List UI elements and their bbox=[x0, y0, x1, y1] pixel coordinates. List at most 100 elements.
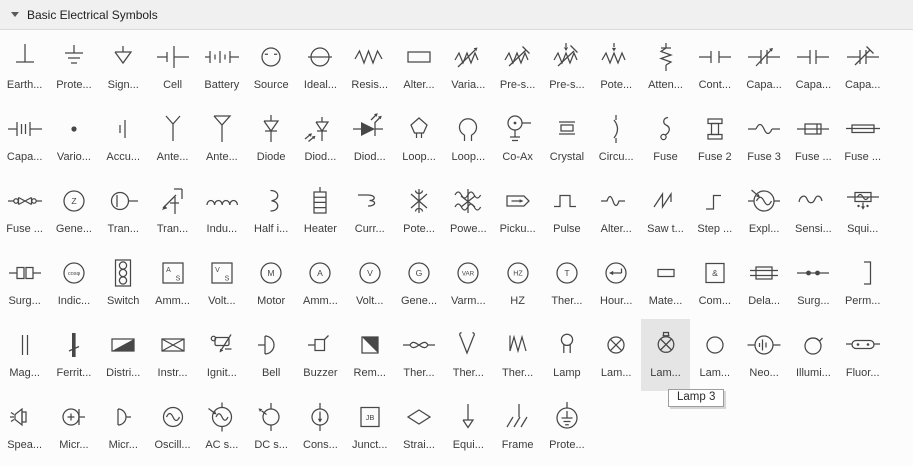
symbol-cell-straight-joint[interactable]: Strai... bbox=[394, 391, 443, 463]
symbol-cell-battery[interactable]: Battery bbox=[197, 31, 246, 103]
symbol-cell-junction-box[interactable]: JB Junct... bbox=[345, 391, 394, 463]
symbol-cell-illuminated[interactable]: Illumi... bbox=[789, 319, 838, 391]
symbol-cell-thermometer[interactable]: T Ther... bbox=[542, 247, 591, 319]
symbol-cell-lamp[interactable]: Lamp bbox=[542, 319, 591, 391]
symbol-cell-attenuator[interactable]: Atten... bbox=[641, 31, 690, 103]
symbol-cell-combiner[interactable]: & Com... bbox=[690, 247, 739, 319]
symbol-cell-varmeter[interactable]: VAR Varm... bbox=[444, 247, 493, 319]
symbol-cell-circuit-breaker[interactable]: Circu... bbox=[592, 103, 641, 175]
symbol-cell-transducer[interactable]: Tran... bbox=[99, 175, 148, 247]
symbol-cell-hour-meter[interactable]: Hour... bbox=[592, 247, 641, 319]
symbol-cell-generator[interactable]: G Gene... bbox=[394, 247, 443, 319]
symbol-cell-contact-capacitor[interactable]: Cont... bbox=[690, 31, 739, 103]
symbol-cell-motor[interactable]: M Motor bbox=[246, 247, 295, 319]
symbol-cell-crystal[interactable]: Crystal bbox=[542, 103, 591, 175]
symbol-cell-explosive[interactable]: Expl... bbox=[739, 175, 788, 247]
symbol-cell-thermocouple[interactable]: Ther... bbox=[444, 319, 493, 391]
symbol-cell-alt-resistor[interactable]: Alter... bbox=[394, 31, 443, 103]
symbol-cell-oscillator[interactable]: Oscill... bbox=[148, 391, 197, 463]
symbol-cell-delay[interactable]: Dela... bbox=[739, 247, 788, 319]
symbol-cell-photodiode[interactable]: Diod... bbox=[296, 103, 345, 175]
symbol-cell-neon-lamp[interactable]: Neo... bbox=[739, 319, 788, 391]
symbol-cell-surge-arrester[interactable]: Surg... bbox=[789, 247, 838, 319]
symbol-cell-resistor[interactable]: Resis... bbox=[345, 31, 394, 103]
symbol-cell-switch[interactable]: Switch bbox=[99, 247, 148, 319]
symbol-cell-loop-antenna[interactable]: Loop... bbox=[394, 103, 443, 175]
symbol-cell-potentiometer[interactable]: Pote... bbox=[592, 31, 641, 103]
symbol-cell-led[interactable]: Diod... bbox=[345, 103, 394, 175]
symbol-cell-alternating-pulse[interactable]: Alter... bbox=[592, 175, 641, 247]
symbol-cell-coax[interactable]: Co-Ax bbox=[493, 103, 542, 175]
category-header[interactable]: Basic Electrical Symbols bbox=[0, 0, 913, 30]
symbol-cell-fuse-4[interactable]: Fuse ... bbox=[789, 103, 838, 175]
symbol-cell-sensing[interactable]: Sensi... bbox=[789, 175, 838, 247]
symbol-cell-fuse-3[interactable]: Fuse 3 bbox=[739, 103, 788, 175]
symbol-cell-inductor[interactable]: Indu... bbox=[197, 175, 246, 247]
symbol-cell-buzzer[interactable]: Buzzer bbox=[296, 319, 345, 391]
symbol-cell-dc-source[interactable]: DC s... bbox=[246, 391, 295, 463]
collapse-triangle-icon[interactable] bbox=[11, 12, 19, 17]
symbol-cell-bell[interactable]: Bell bbox=[246, 319, 295, 391]
symbol-cell-loop-antenna-2[interactable]: Loop... bbox=[444, 103, 493, 175]
symbol-cell-lamp-2[interactable]: Lam... bbox=[592, 319, 641, 391]
symbol-cell-microphone-2[interactable]: Micr... bbox=[99, 391, 148, 463]
symbol-cell-indicator-cos[interactable]: cosφ Indic... bbox=[49, 247, 98, 319]
symbol-cell-current-limiter[interactable]: Curr... bbox=[345, 175, 394, 247]
symbol-cell-pickup[interactable]: Picku... bbox=[493, 175, 542, 247]
symbol-cell-variable-capacitor[interactable]: Capa... bbox=[739, 31, 788, 103]
symbol-cell-fuse-6[interactable]: Fuse ... bbox=[0, 175, 49, 247]
symbol-cell-surge-protector[interactable]: Surg... bbox=[0, 247, 49, 319]
symbol-cell-material[interactable]: Mate... bbox=[641, 247, 690, 319]
symbol-cell-step[interactable]: Step ... bbox=[690, 175, 739, 247]
symbol-cell-thermistor[interactable]: Ther... bbox=[394, 319, 443, 391]
symbol-cell-earth[interactable]: Earth... bbox=[0, 31, 49, 103]
symbol-cell-pulse[interactable]: Pulse bbox=[542, 175, 591, 247]
symbol-cell-diode[interactable]: Diode bbox=[246, 103, 295, 175]
symbol-cell-ideal-source[interactable]: Ideal... bbox=[296, 31, 345, 103]
symbol-cell-capacitor[interactable]: Capa... bbox=[789, 31, 838, 103]
symbol-cell-sawtooth[interactable]: Saw t... bbox=[641, 175, 690, 247]
symbol-cell-preset-resistor[interactable]: Pre-s... bbox=[493, 31, 542, 103]
symbol-cell-igniter[interactable]: Ignit... bbox=[197, 319, 246, 391]
symbol-cell-squib[interactable]: Squi... bbox=[838, 175, 887, 247]
symbol-cell-preset-resistor-2[interactable]: Pre-s... bbox=[542, 31, 591, 103]
symbol-cell-fluorescent[interactable]: Fluor... bbox=[838, 319, 887, 391]
symbol-cell-equipotential[interactable]: Equi... bbox=[444, 391, 493, 463]
symbol-cell-fuse-5[interactable]: Fuse ... bbox=[838, 103, 887, 175]
symbol-cell-ammeter-shunt[interactable]: A S Amm... bbox=[148, 247, 197, 319]
symbol-cell-ferrite-core[interactable]: Ferrit... bbox=[49, 319, 98, 391]
symbol-cell-generator-z[interactable]: Z Gene... bbox=[49, 175, 98, 247]
symbol-cell-antenna-2[interactable]: Ante... bbox=[197, 103, 246, 175]
symbol-cell-signal-ground[interactable]: Sign... bbox=[99, 31, 148, 103]
symbol-cell-fuse[interactable]: Fuse bbox=[641, 103, 690, 175]
symbol-cell-accumulator[interactable]: Accu... bbox=[99, 103, 148, 175]
symbol-cell-lamp-4[interactable]: Lam... bbox=[690, 319, 739, 391]
symbol-cell-polarized-capacitor[interactable]: Capa... bbox=[0, 103, 49, 175]
symbol-cell-protective-earth[interactable]: Prote... bbox=[49, 31, 98, 103]
symbol-cell-half-inductor[interactable]: Half i... bbox=[246, 175, 295, 247]
symbol-cell-power-transformer[interactable]: Powe... bbox=[444, 175, 493, 247]
symbol-cell-constant-current[interactable]: Cons... bbox=[296, 391, 345, 463]
symbol-cell-antenna[interactable]: Ante... bbox=[148, 103, 197, 175]
symbol-cell-heater[interactable]: Heater bbox=[296, 175, 345, 247]
symbol-cell-trimmer-capacitor[interactable]: Capa... bbox=[838, 31, 887, 103]
symbol-cell-ac-source[interactable]: AC s... bbox=[197, 391, 246, 463]
symbol-cell-variable-resistor[interactable]: Varia... bbox=[444, 31, 493, 103]
symbol-cell-protective-earth-2[interactable]: Prote... bbox=[542, 391, 591, 463]
symbol-cell-cell[interactable]: Cell bbox=[148, 31, 197, 103]
symbol-cell-remote[interactable]: Rem... bbox=[345, 319, 394, 391]
symbol-cell-instrument[interactable]: Instr... bbox=[148, 319, 197, 391]
symbol-cell-lamp-3[interactable]: Lam... bbox=[640, 319, 691, 391]
symbol-cell-voltmeter[interactable]: V Volt... bbox=[345, 247, 394, 319]
symbol-cell-voltmeter-shunt[interactable]: V S Volt... bbox=[197, 247, 246, 319]
symbol-cell-frame-ground[interactable]: Frame bbox=[493, 391, 542, 463]
symbol-cell-potential-transformer[interactable]: Pote... bbox=[394, 175, 443, 247]
symbol-cell-dot[interactable]: Vario... bbox=[49, 103, 98, 175]
symbol-cell-speaker[interactable]: Spea... bbox=[0, 391, 49, 463]
symbol-cell-permanent-magnet[interactable]: Perm... bbox=[838, 247, 887, 319]
symbol-cell-fuse-2[interactable]: Fuse 2 bbox=[690, 103, 739, 175]
symbol-cell-source[interactable]: Source bbox=[246, 31, 295, 103]
symbol-cell-microphone[interactable]: Micr... bbox=[49, 391, 98, 463]
symbol-cell-hz-meter[interactable]: HZ HZ bbox=[493, 247, 542, 319]
symbol-cell-distribution[interactable]: Distri... bbox=[99, 319, 148, 391]
